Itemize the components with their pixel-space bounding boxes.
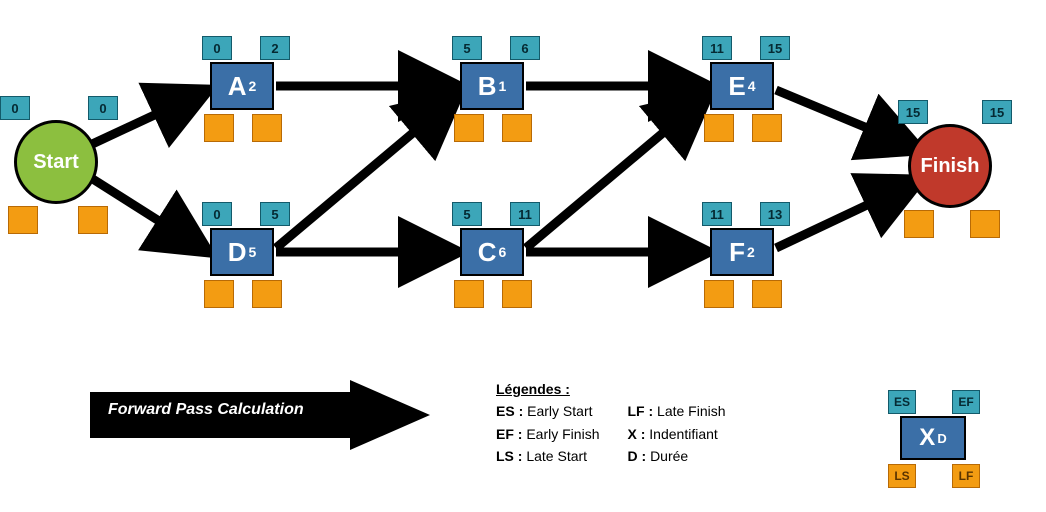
legend-sample-ls: LS [888, 464, 916, 488]
legend-sample-name: X [919, 424, 935, 452]
node-f-ef: 13 [760, 202, 790, 226]
node-e-label: E [728, 73, 745, 99]
node-b-lf [502, 114, 532, 142]
edge-f-finish [776, 180, 920, 248]
node-finish-ef: 15 [982, 100, 1012, 124]
node-d-lf [252, 280, 282, 308]
node-a-label: A [228, 73, 247, 99]
node-d-es: 0 [202, 202, 232, 226]
node-start-ef: 0 [88, 96, 118, 120]
node-a-es: 0 [202, 36, 232, 60]
forward-pass-label: Forward Pass Calculation [108, 401, 304, 419]
node-b-label: B [478, 73, 497, 99]
node-finish-label: Finish [921, 155, 980, 178]
node-finish-es: 15 [898, 100, 928, 124]
node-e-ef: 15 [760, 36, 790, 60]
node-c-ef: 11 [510, 202, 540, 226]
node-start: Start [14, 120, 98, 204]
node-f-ls [704, 280, 734, 308]
node-c-label: C [478, 239, 497, 265]
edge-d-b [276, 95, 458, 248]
node-a-lf [252, 114, 282, 142]
legend-title: Légendes : [496, 378, 726, 400]
node-e-duration: 4 [748, 78, 756, 94]
legend: Légendes : ES : Early Start EF : Early F… [496, 378, 726, 468]
leg-ls: LS : Late Start [496, 445, 599, 467]
node-d-ls [204, 280, 234, 308]
node-start-lf [78, 206, 108, 234]
node-a: A 2 [210, 62, 274, 110]
node-f: F 2 [710, 228, 774, 276]
node-c: C 6 [460, 228, 524, 276]
node-d: D 5 [210, 228, 274, 276]
leg-lf: LF : Late Finish [627, 400, 725, 422]
node-b-ef: 6 [510, 36, 540, 60]
legend-sample-ef: EF [952, 390, 980, 414]
node-e: E 4 [710, 62, 774, 110]
node-b-es: 5 [452, 36, 482, 60]
node-f-lf [752, 280, 782, 308]
node-f-label: F [729, 239, 745, 265]
node-c-es: 5 [452, 202, 482, 226]
node-finish: Finish [908, 124, 992, 208]
node-a-ef: 2 [260, 36, 290, 60]
node-e-es: 11 [702, 36, 732, 60]
node-a-duration: 2 [248, 78, 256, 94]
legend-sample-node: X D [900, 416, 966, 460]
node-start-ls [8, 206, 38, 234]
node-b-ls [454, 114, 484, 142]
leg-d: D : Durée [627, 445, 725, 467]
leg-x: X : Indentifiant [627, 423, 725, 445]
node-f-es: 11 [702, 202, 732, 226]
legend-sample-duration: D [937, 431, 946, 446]
node-d-ef: 5 [260, 202, 290, 226]
node-c-duration: 6 [498, 244, 506, 260]
legend-sample-lf: LF [952, 464, 980, 488]
legend-sample-es: ES [888, 390, 916, 414]
node-start-es: 0 [0, 96, 30, 120]
node-finish-lf [970, 210, 1000, 238]
node-d-label: D [228, 239, 247, 265]
node-f-duration: 2 [747, 244, 755, 260]
node-e-lf [752, 114, 782, 142]
edge-c-e [526, 95, 708, 248]
node-start-label: Start [33, 151, 79, 174]
leg-ef: EF : Early Finish [496, 423, 599, 445]
node-a-ls [204, 114, 234, 142]
leg-es: ES : Early Start [496, 400, 599, 422]
node-d-duration: 5 [248, 244, 256, 260]
node-finish-ls [904, 210, 934, 238]
node-b-duration: 1 [498, 78, 506, 94]
node-b: B 1 [460, 62, 524, 110]
node-c-lf [502, 280, 532, 308]
node-c-ls [454, 280, 484, 308]
node-e-ls [704, 114, 734, 142]
